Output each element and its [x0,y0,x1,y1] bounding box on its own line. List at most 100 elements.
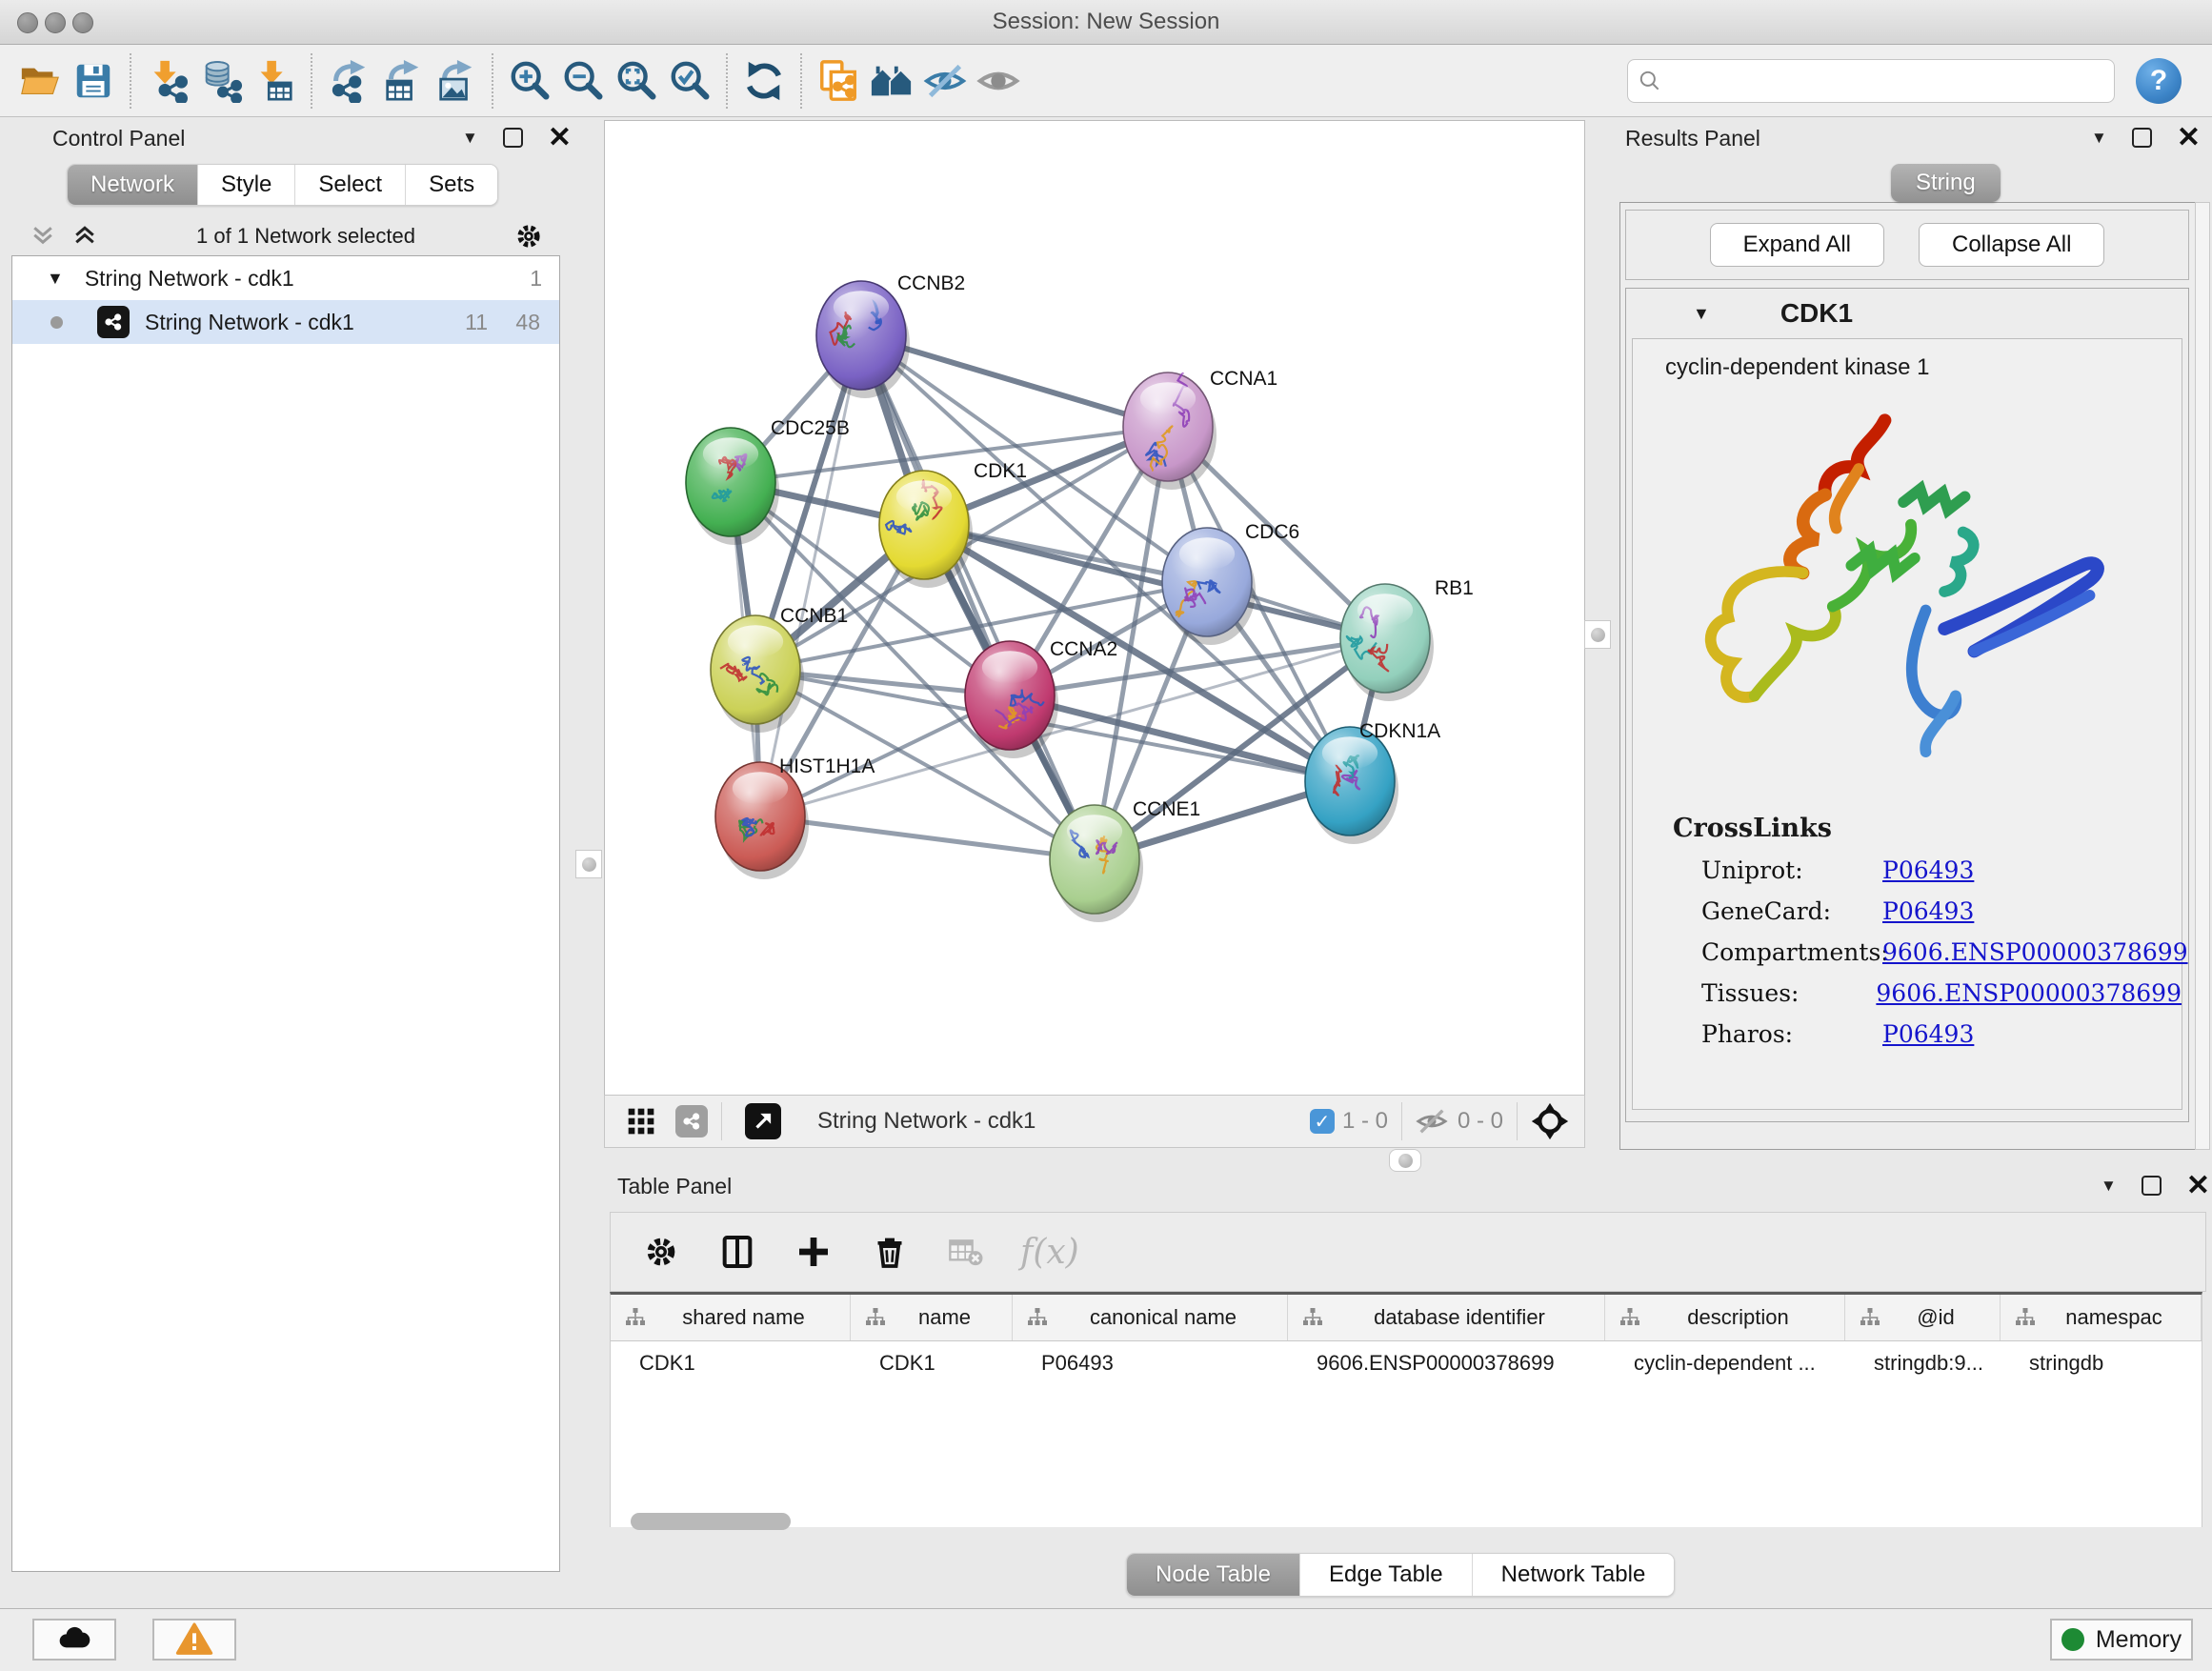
fit-content-icon[interactable] [610,54,663,108]
results-tab-string[interactable]: String [1891,164,2001,202]
network-node-CDK1[interactable] [879,471,973,588]
memory-button[interactable]: Memory [2050,1619,2193,1661]
collapse-all-icon[interactable] [29,222,57,251]
table-cell[interactable]: P06493 [1013,1351,1288,1376]
network-node-CCNE1[interactable] [1050,805,1143,922]
network-node-CCNB1[interactable] [711,615,804,733]
crosslink-link[interactable]: P06493 [1882,897,1974,925]
entry-disclosure-icon[interactable]: ▼ [1693,304,1710,324]
network-node-CCNB2[interactable] [816,281,910,398]
table-cell[interactable]: stringdb:9... [1845,1351,2001,1376]
import-network-database-icon[interactable] [194,54,248,108]
tab-node-table[interactable]: Node Table [1127,1554,1300,1596]
panel-close-icon[interactable]: ✕ [2177,129,2201,148]
network-edge-CDK1-RB1[interactable] [924,525,1385,638]
export-table-icon[interactable] [375,54,429,108]
delete-column-trash-icon[interactable] [868,1230,912,1274]
grid-icon[interactable] [626,1106,656,1137]
column-header-shared-name[interactable]: shared name [611,1295,851,1340]
hidden-eye-slash-icon[interactable] [1416,1105,1448,1137]
show-all-eye-icon[interactable] [972,54,1025,108]
network-options-gear-icon[interactable] [513,220,545,252]
panel-dropdown-icon[interactable]: ▼ [462,129,478,148]
toolbar-search-input[interactable] [1627,59,2115,103]
column-header-database-identifier[interactable]: database identifier [1288,1295,1605,1340]
table-hscrollbar-thumb[interactable] [631,1513,791,1530]
table-cell[interactable]: cyclin-dependent ... [1605,1351,1845,1376]
panel-float-icon[interactable] [503,128,523,148]
crosslink-link[interactable]: 9606.ENSP00000378699 [1876,979,2182,1007]
table-cell[interactable]: 9606.ENSP00000378699 [1288,1351,1605,1376]
column-header-canonical-name[interactable]: canonical name [1013,1295,1288,1340]
crosslink-link[interactable]: P06493 [1882,1020,1974,1048]
network-edge-CCNB2-CCNE1[interactable] [861,335,1095,859]
crosshair-icon[interactable] [1531,1102,1569,1140]
panel-float-icon[interactable] [2132,128,2152,148]
cdk1-entry-header[interactable]: ▼ CDK1 [1626,289,2188,338]
show-columns-icon[interactable] [715,1230,759,1274]
birds-eye-icon[interactable] [745,1103,781,1139]
network-node-CDKN1A[interactable] [1305,727,1398,844]
tab-sets[interactable]: Sets [406,165,497,205]
panel-close-icon[interactable]: ✕ [2186,1177,2210,1196]
tab-network[interactable]: Network [68,165,198,205]
import-network-file-icon[interactable] [141,54,194,108]
network-node-CCNA1[interactable] [1123,372,1217,490]
add-column-icon[interactable] [792,1230,835,1274]
network-node-CDC6[interactable] [1162,528,1256,645]
network-node-HIST1H1A[interactable] [715,762,809,879]
tab-select[interactable]: Select [295,165,406,205]
hide-selected-eye-slash-icon[interactable] [918,54,972,108]
panel-dropdown-icon[interactable]: ▼ [2091,129,2107,148]
collection-disclosure-icon[interactable]: ▼ [47,269,64,289]
network-node-RB1[interactable] [1340,584,1434,701]
bottom-splitter-handle[interactable] [1389,1149,1421,1172]
results-scrollbar-track[interactable] [2195,202,2210,1150]
open-file-icon[interactable] [13,54,67,108]
zoom-in-icon[interactable] [503,54,556,108]
cloud-button[interactable] [32,1619,116,1661]
expand-all-button[interactable]: Expand All [1710,223,1884,267]
save-session-icon[interactable] [67,54,120,108]
export-image-icon[interactable] [429,54,482,108]
column-header-description[interactable]: description [1605,1295,1845,1340]
network-row-selected[interactable]: String Network - cdk1 11 48 [12,300,559,344]
network-edge-CCNB2-HIST1H1A[interactable] [760,335,861,816]
zoom-out-icon[interactable] [556,54,610,108]
tab-style[interactable]: Style [198,165,295,205]
left-splitter-handle[interactable] [575,850,602,878]
search-field[interactable] [1670,68,2104,94]
column-header--id[interactable]: @id [1845,1295,2001,1340]
refresh-layout-icon[interactable] [737,54,791,108]
import-table-file-icon[interactable] [248,54,301,108]
string-share-icon[interactable] [675,1105,708,1137]
column-header-name[interactable]: name [851,1295,1013,1340]
panel-float-icon[interactable] [2142,1176,2162,1196]
column-header-namespac[interactable]: namespac [2001,1295,2202,1340]
network-collection-row[interactable]: ▼ String Network - cdk1 1 [12,256,559,300]
tab-edge-table[interactable]: Edge Table [1300,1554,1473,1596]
crosslink-link[interactable]: 9606.ENSP00000378699 [1882,938,2188,966]
network-edge-HIST1H1A-CCNE1[interactable] [760,816,1095,859]
houses-icon[interactable] [865,54,918,108]
table-cell[interactable]: stringdb [2001,1351,2202,1376]
right-splitter-handle[interactable] [1584,620,1611,649]
warning-button[interactable] [152,1619,236,1661]
tab-network-table[interactable]: Network Table [1473,1554,1675,1596]
table-gear-icon[interactable] [639,1230,683,1274]
crosslink-link[interactable]: P06493 [1882,856,1974,884]
zoom-selected-icon[interactable] [663,54,716,108]
table-row[interactable]: CDK1CDK1P064939606.ENSP00000378699cyclin… [611,1341,2202,1385]
table-cell[interactable]: CDK1 [851,1351,1013,1376]
network-list-header: 1 of 1 Network selected [11,217,560,255]
selected-checkbox-icon[interactable]: ✓ [1310,1109,1335,1134]
expand-all-icon[interactable] [70,222,99,251]
clone-network-icon[interactable] [812,54,865,108]
table-cell[interactable]: CDK1 [611,1351,851,1376]
network-canvas[interactable]: CCNB2CCNA1CDC25BCDK1CDC6RB1CCNB1CCNA2CDK… [604,120,1585,1096]
panel-close-icon[interactable]: ✕ [548,129,572,148]
export-network-icon[interactable] [322,54,375,108]
collapse-all-button[interactable]: Collapse All [1919,223,2104,267]
help-icon[interactable]: ? [2136,58,2182,104]
panel-dropdown-icon[interactable]: ▼ [2101,1177,2117,1196]
